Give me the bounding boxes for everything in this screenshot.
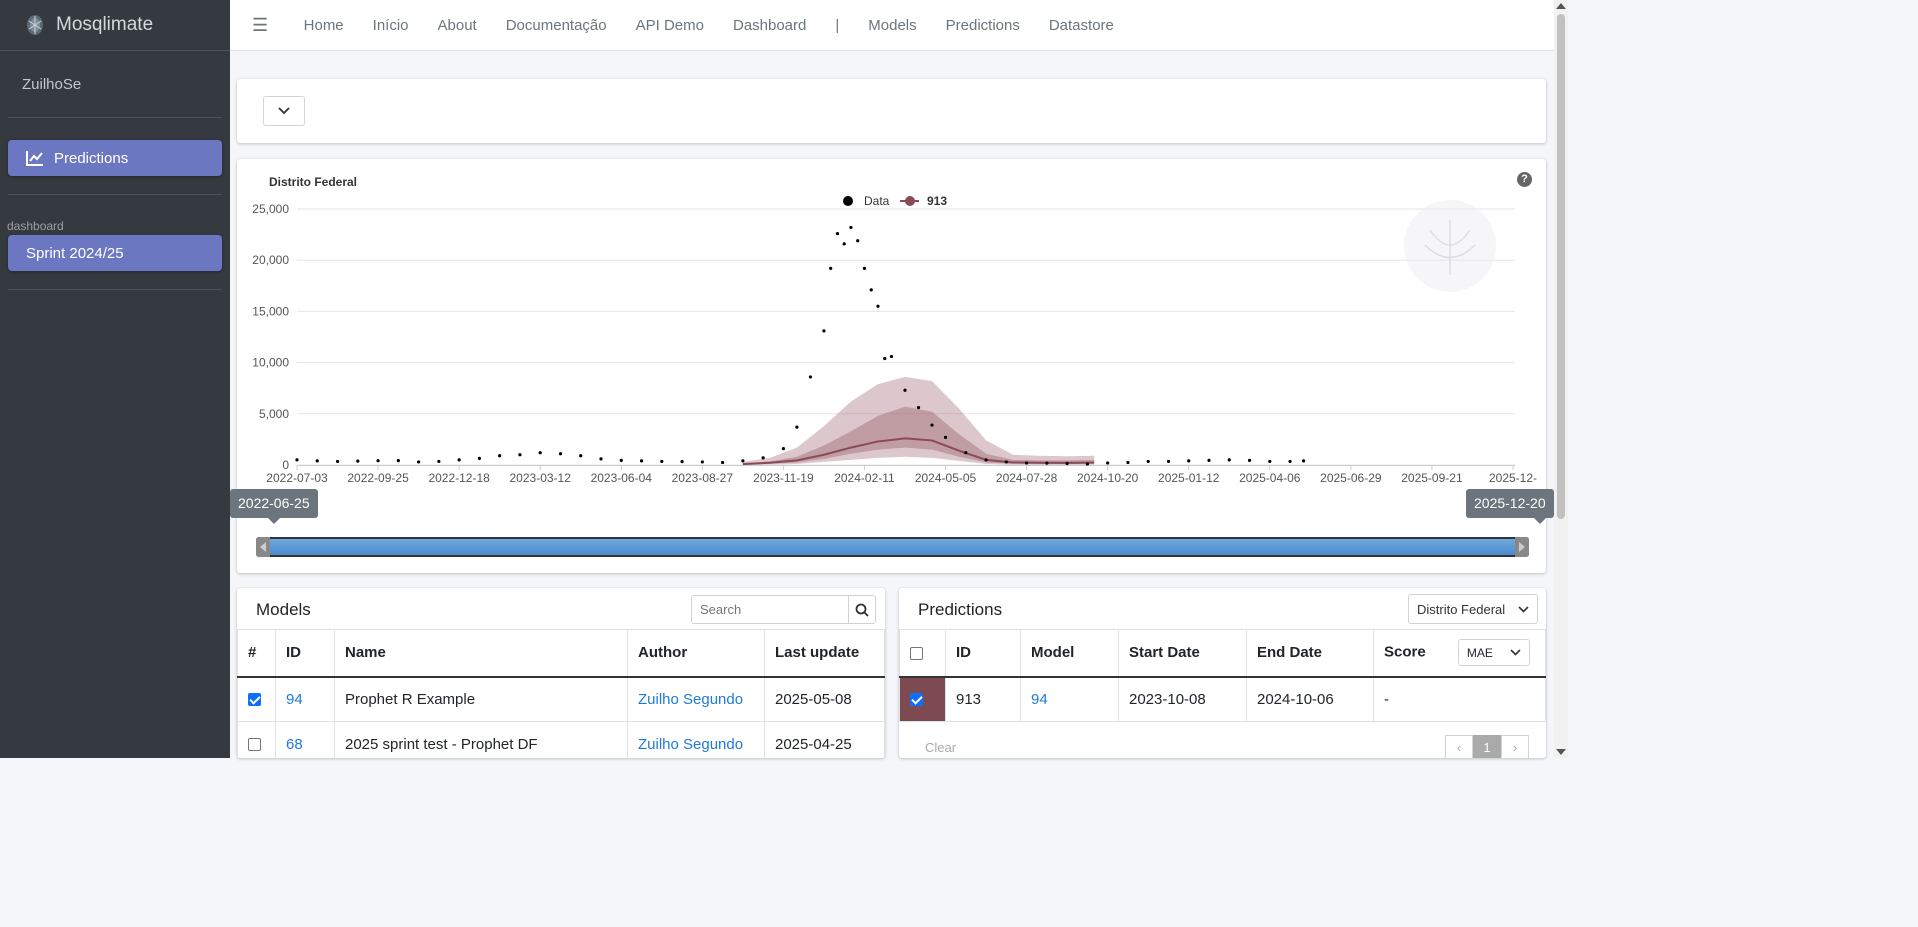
range-start-label: 2022-06-25 bbox=[230, 489, 318, 524]
prediction-start: 2023-10-08 bbox=[1118, 676, 1247, 722]
prediction-color-cell bbox=[899, 676, 946, 722]
caret-right-icon bbox=[1519, 542, 1525, 552]
date-range-slider[interactable] bbox=[256, 537, 1529, 557]
user-name[interactable]: ZuilhoSe bbox=[8, 51, 222, 118]
sidebar-item-label: Sprint 2024/25 bbox=[26, 244, 124, 262]
sidebar: Mosqlimate ZuilhoSe Predictions dashboar… bbox=[0, 0, 230, 758]
page-scrollbar[interactable] bbox=[1554, 0, 1568, 758]
filter-dropdown[interactable] bbox=[263, 96, 305, 126]
region-select[interactable]: Distrito Federal bbox=[1408, 594, 1538, 624]
nav-inicio[interactable]: Início bbox=[373, 17, 409, 34]
pager-page-1[interactable]: 1 bbox=[1473, 735, 1501, 758]
scroll-up-icon[interactable] bbox=[1556, 3, 1566, 9]
col-id[interactable]: ID bbox=[945, 629, 1021, 678]
range-fill bbox=[270, 539, 1515, 555]
nav-models[interactable]: Models bbox=[868, 17, 916, 34]
filter-card bbox=[237, 79, 1546, 143]
col-name[interactable]: Name bbox=[334, 629, 628, 678]
prediction-end: 2024-10-06 bbox=[1246, 676, 1374, 722]
table-row[interactable]: 68 2025 sprint test - Prophet DF Zuilho … bbox=[237, 721, 885, 758]
pager-next[interactable]: › bbox=[1501, 735, 1529, 758]
models-search-input[interactable] bbox=[691, 595, 849, 624]
models-card: Models # ID Name Author Last update 94 P… bbox=[237, 588, 885, 758]
model-updated: 2025-04-25 bbox=[764, 721, 885, 758]
nav-api-demo[interactable]: API Demo bbox=[636, 17, 704, 34]
col-select-all bbox=[899, 629, 946, 678]
brand-name: Mosqlimate bbox=[56, 14, 154, 35]
col-score: Score MAE bbox=[1373, 629, 1546, 678]
search-icon bbox=[855, 603, 869, 617]
author-link[interactable]: Zuilho Segundo bbox=[638, 736, 743, 753]
nav-divider: | bbox=[835, 16, 840, 34]
model-id-link[interactable]: 68 bbox=[286, 736, 303, 753]
select-all-checkbox[interactable] bbox=[910, 646, 923, 660]
nav-section-header: dashboard bbox=[7, 219, 64, 233]
caret-left-icon bbox=[260, 542, 266, 552]
scroll-down-icon[interactable] bbox=[1556, 749, 1566, 755]
sidebar-item-label: Predictions bbox=[54, 149, 129, 167]
row-checkbox-cell bbox=[237, 676, 276, 722]
menu-toggle-icon[interactable]: ☰ bbox=[252, 15, 268, 36]
table-row[interactable]: 913 94 2023-10-08 2024-10-06 - bbox=[899, 676, 1546, 722]
nav-predictions[interactable]: Predictions bbox=[946, 17, 1020, 34]
prediction-id: 913 bbox=[945, 676, 1021, 722]
nav-documentacao[interactable]: Documentação bbox=[506, 17, 607, 34]
col-select: # bbox=[237, 629, 276, 678]
chevron-down-icon bbox=[278, 107, 290, 115]
row-checkbox-cell bbox=[237, 721, 276, 758]
range-end-label: 2025-12-20 bbox=[1466, 489, 1554, 524]
pager-prev[interactable]: ‹ bbox=[1445, 735, 1473, 758]
predictions-card: Predictions Distrito Federal ID Model St… bbox=[899, 588, 1546, 758]
prediction-score: - bbox=[1373, 676, 1546, 722]
top-navbar: ☰ Home Início About Documentação API Dem… bbox=[230, 0, 1554, 51]
col-author[interactable]: Author bbox=[627, 629, 765, 678]
score-metric-select[interactable]: MAE bbox=[1457, 639, 1530, 667]
models-title: Models bbox=[256, 600, 311, 619]
models-table: # ID Name Author Last update 94 Prophet … bbox=[237, 629, 885, 758]
chevron-down-icon bbox=[1518, 605, 1529, 613]
pagination: ‹ 1 › bbox=[1445, 735, 1529, 758]
col-model[interactable]: Model bbox=[1020, 629, 1119, 678]
search-button[interactable] bbox=[848, 595, 876, 624]
region-select-value: Distrito Federal bbox=[1417, 601, 1506, 617]
brand[interactable]: Mosqlimate bbox=[0, 0, 230, 51]
chevron-down-icon bbox=[1510, 649, 1521, 656]
row-checkbox[interactable] bbox=[248, 693, 261, 707]
score-header-label: Score bbox=[1384, 643, 1426, 661]
sidebar-item-sprint[interactable]: Sprint 2024/25 bbox=[8, 235, 222, 271]
col-last-update[interactable]: Last update bbox=[764, 629, 885, 678]
nav-about[interactable]: About bbox=[438, 17, 477, 34]
predictions-title: Predictions bbox=[918, 600, 1003, 619]
nav-dashboard[interactable]: Dashboard bbox=[733, 17, 806, 34]
model-updated: 2025-05-08 bbox=[764, 676, 885, 722]
chart-line-icon bbox=[26, 151, 43, 166]
predictions-table: ID Model Start Date End Date Score MAE 9… bbox=[899, 629, 1546, 722]
model-id-link[interactable]: 94 bbox=[286, 691, 303, 708]
sidebar-item-predictions[interactable]: Predictions bbox=[8, 140, 222, 176]
chart-card: Distrito Federal ? bbox=[237, 159, 1546, 573]
col-id[interactable]: ID bbox=[275, 629, 335, 678]
model-name: Prophet R Example bbox=[334, 676, 628, 722]
nav-datastore[interactable]: Datastore bbox=[1049, 17, 1114, 34]
model-name: 2025 sprint test - Prophet DF bbox=[334, 721, 628, 758]
mosquito-logo-icon bbox=[27, 15, 43, 35]
score-metric-value: MAE bbox=[1466, 645, 1493, 660]
row-checkbox[interactable] bbox=[910, 693, 923, 707]
help-icon[interactable]: ? bbox=[1517, 172, 1532, 187]
clear-button[interactable]: Clear bbox=[925, 740, 956, 755]
scrollbar-thumb[interactable] bbox=[1557, 14, 1565, 519]
author-link[interactable]: Zuilho Segundo bbox=[638, 691, 743, 708]
row-checkbox[interactable] bbox=[248, 738, 261, 752]
col-end-date[interactable]: End Date bbox=[1246, 629, 1374, 678]
range-handle-start[interactable] bbox=[256, 537, 270, 557]
col-start-date[interactable]: Start Date bbox=[1118, 629, 1247, 678]
nav-home[interactable]: Home bbox=[304, 17, 344, 34]
range-handle-end[interactable] bbox=[1515, 537, 1529, 557]
model-id-link[interactable]: 94 bbox=[1031, 691, 1048, 708]
table-row[interactable]: 94 Prophet R Example Zuilho Segundo 2025… bbox=[237, 676, 885, 722]
chart-title: Distrito Federal bbox=[269, 175, 358, 189]
